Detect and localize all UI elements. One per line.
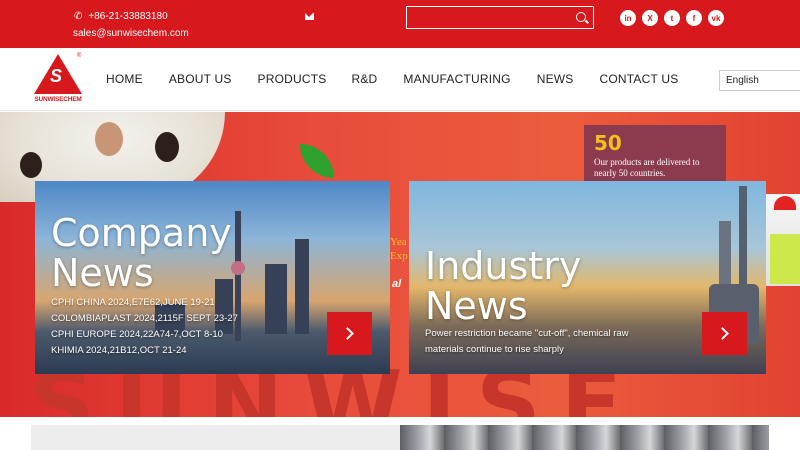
nav-manufacturing[interactable]: MANUFACTURING: [403, 72, 510, 86]
skyline-building: [265, 264, 287, 334]
news-line: CPHI CHINA 2024,E7E62,JUNE 19-21: [51, 297, 215, 308]
news-line: KHIMIA 2024,21B12,OCT 21-24: [51, 345, 187, 356]
phone-number: +86-21-33883180: [88, 11, 168, 22]
news-line: CPHI EUROPE 2024,22A74-7,OCT 8-10: [51, 329, 223, 340]
nav-products[interactable]: PRODUCTS: [258, 72, 327, 86]
company-news-list: CPHI CHINA 2024,E7E62,JUNE 19-21 COLOMBI…: [51, 295, 238, 359]
search-icon[interactable]: [576, 12, 586, 22]
stat-number: 50: [594, 131, 622, 155]
tower-sphere: [231, 261, 245, 275]
social-links: in X t f vk: [620, 10, 724, 26]
hero-side-text: Exp: [390, 250, 408, 262]
industry-news-title: Industry News: [425, 246, 581, 326]
news-line: materials continue to rise sharply: [425, 344, 564, 355]
top-bar: ✆ +86-21-33883180 sales@sunwisechem.com …: [0, 0, 800, 48]
logo[interactable]: S ® SUNWISECHEM: [30, 53, 86, 106]
stat-box: 50 Our products are delivered to nearly …: [584, 125, 726, 189]
grey-panel: [31, 425, 400, 450]
chevron-right-icon: [341, 327, 354, 340]
title-line: Industry: [425, 244, 582, 288]
hero-side-text: al: [392, 278, 402, 290]
person-head: [95, 122, 123, 156]
industry-news-card[interactable]: Industry News Power restriction became "…: [409, 181, 766, 374]
company-news-title: Company News: [51, 213, 232, 293]
vk-icon[interactable]: vk: [708, 10, 724, 26]
industry-news-arrow-button[interactable]: [702, 312, 747, 355]
phone-contact[interactable]: ✆ +86-21-33883180: [74, 11, 168, 22]
worker-photo: [766, 194, 800, 286]
nav-rd[interactable]: R&D: [351, 72, 377, 86]
logo-name: SUNWISECHEM: [34, 96, 82, 103]
search-input[interactable]: [411, 9, 571, 26]
factory-photo: [400, 425, 769, 450]
phone-icon: ✆: [74, 11, 83, 22]
main-nav-bar: S ® SUNWISECHEM HOME ABOUT US PRODUCTS R…: [0, 48, 800, 111]
language-select[interactable]: English: [719, 70, 800, 91]
title-line: News: [425, 284, 528, 328]
x-twitter-icon[interactable]: X: [642, 10, 658, 26]
company-news-arrow-button[interactable]: [327, 312, 372, 355]
linkedin-icon[interactable]: in: [620, 10, 636, 26]
news-line: COLOMBIAPLAST 2024,2115F SEPT 23-27: [51, 313, 238, 324]
logo-mark: S: [50, 66, 63, 86]
facebook-icon[interactable]: f: [686, 10, 702, 26]
mail-icon[interactable]: [305, 13, 314, 20]
registered-mark: ®: [77, 53, 82, 59]
main-menu: HOME ABOUT US PRODUCTS R&D MANUFACTURING…: [106, 72, 704, 86]
person-head: [155, 132, 179, 162]
nav-news[interactable]: NEWS: [537, 72, 574, 86]
industry-news-list: Power restriction became "cut-off", chem…: [425, 326, 675, 358]
person-head: [20, 152, 42, 178]
hero-side-text: Yea: [390, 236, 407, 248]
nav-home[interactable]: HOME: [106, 72, 143, 86]
content-section-preview: [0, 417, 800, 450]
nav-contact-us[interactable]: CONTACT US: [600, 72, 679, 86]
email-link[interactable]: sales@sunwisechem.com: [73, 28, 189, 39]
stat-text: Our products are delivered to nearly 50 …: [594, 157, 700, 178]
company-news-card[interactable]: Company News CPHI CHINA 2024,E7E62,JUNE …: [35, 181, 390, 374]
skyline-building: [295, 239, 309, 334]
title-line: Company: [51, 211, 232, 255]
title-line: News: [51, 251, 154, 295]
search-box: [406, 6, 594, 29]
news-line: Power restriction became "cut-off", chem…: [425, 328, 629, 339]
tumblr-icon[interactable]: t: [664, 10, 680, 26]
leaf-graphic: [300, 144, 334, 178]
chevron-right-icon: [716, 327, 729, 340]
nav-about-us[interactable]: ABOUT US: [169, 72, 232, 86]
